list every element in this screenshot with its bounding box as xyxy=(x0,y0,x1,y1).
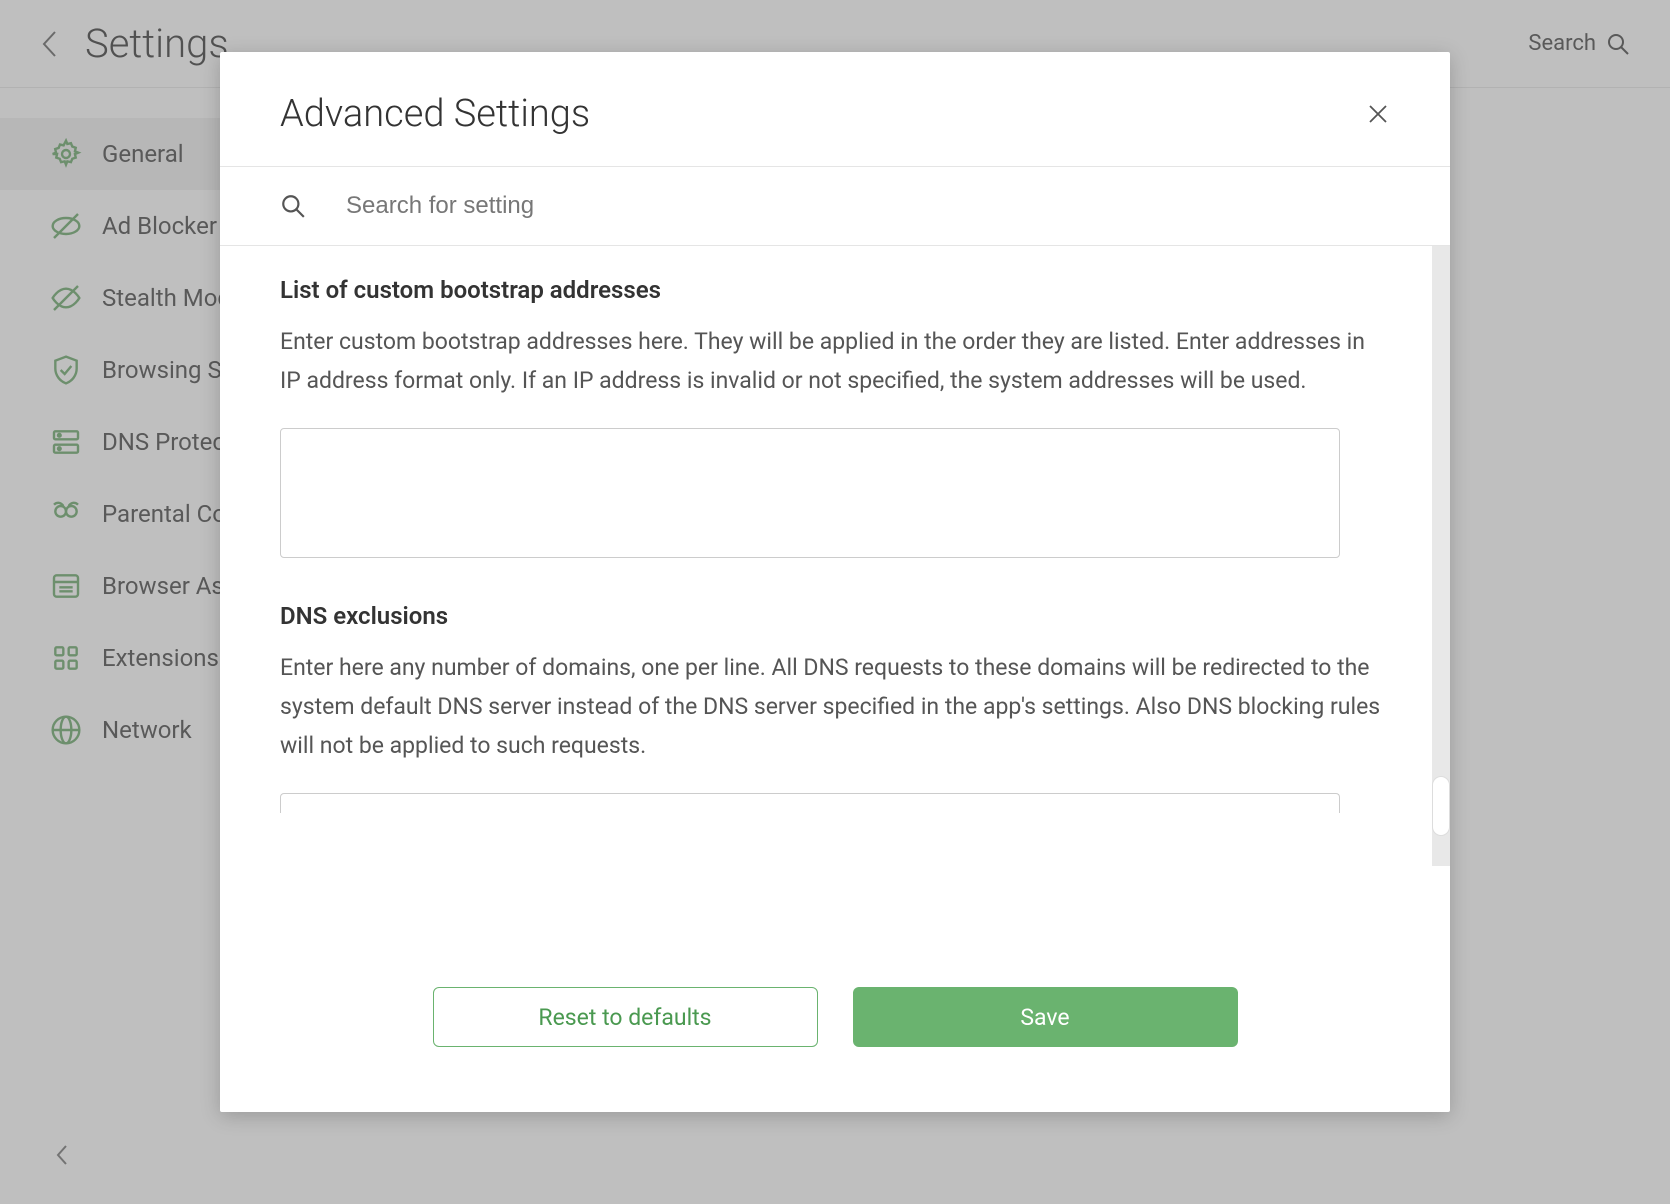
setting-description: Enter custom bootstrap addresses here. T… xyxy=(280,322,1390,400)
dns-exclusions-input[interactable] xyxy=(280,793,1340,813)
save-button[interactable]: Save xyxy=(853,987,1238,1047)
modal-search-row xyxy=(220,167,1450,246)
modal-footer: Reset to defaults Save xyxy=(220,952,1450,1112)
search-icon xyxy=(280,193,306,219)
close-icon xyxy=(1366,102,1390,126)
modal-overlay: Advanced Settings List of custom bootstr… xyxy=(0,0,1670,1204)
reset-button[interactable]: Reset to defaults xyxy=(433,987,818,1047)
setting-bootstrap-addresses: List of custom bootstrap addresses Enter… xyxy=(280,276,1390,562)
settings-search-input[interactable] xyxy=(346,192,1390,220)
setting-description: Enter here any number of domains, one pe… xyxy=(280,648,1390,765)
setting-dns-exclusions: DNS exclusions Enter here any number of … xyxy=(280,602,1390,813)
scrollbar-track[interactable] xyxy=(1432,246,1450,866)
setting-title: DNS exclusions xyxy=(280,602,1390,630)
scrollbar-thumb[interactable] xyxy=(1432,776,1450,836)
bootstrap-addresses-input[interactable] xyxy=(280,428,1340,558)
advanced-settings-modal: Advanced Settings List of custom bootstr… xyxy=(220,52,1450,1112)
setting-title: List of custom bootstrap addresses xyxy=(280,276,1390,304)
close-button[interactable] xyxy=(1366,102,1390,126)
modal-title: Advanced Settings xyxy=(280,92,590,136)
modal-body: List of custom bootstrap addresses Enter… xyxy=(220,246,1450,952)
modal-header: Advanced Settings xyxy=(220,52,1450,167)
